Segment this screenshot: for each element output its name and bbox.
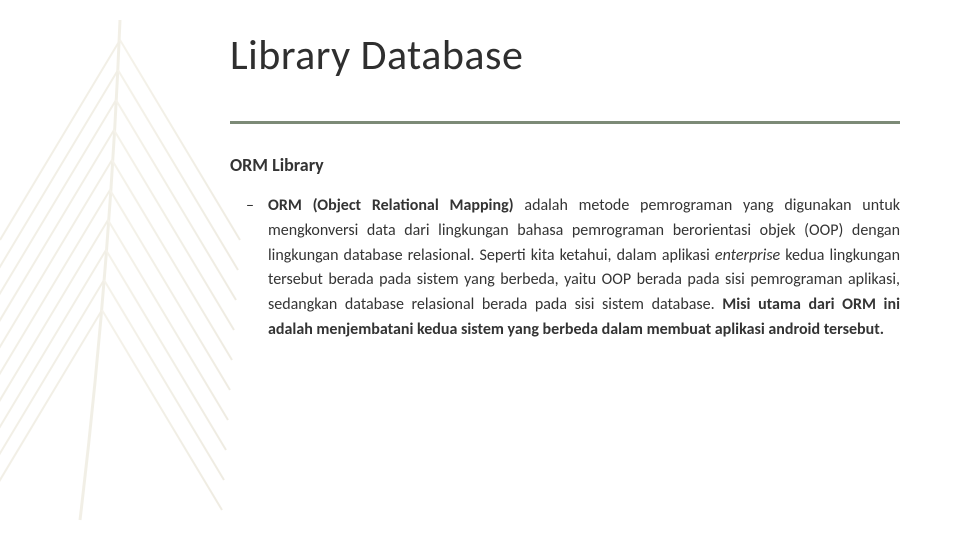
- bullet-italic1: enterprise: [715, 246, 780, 265]
- slide-title: Library Database: [230, 30, 900, 81]
- body-list: ORM (Object Relational Mapping) adalah m…: [230, 194, 900, 343]
- slide-content: Library Database ORM Library ORM (Object…: [0, 0, 960, 373]
- section-heading: ORM Library: [230, 154, 900, 176]
- title-divider: [230, 121, 900, 124]
- bullet-item: ORM (Object Relational Mapping) adalah m…: [250, 194, 900, 343]
- bullet-lead-bold: ORM (Object Relational Mapping): [268, 196, 514, 215]
